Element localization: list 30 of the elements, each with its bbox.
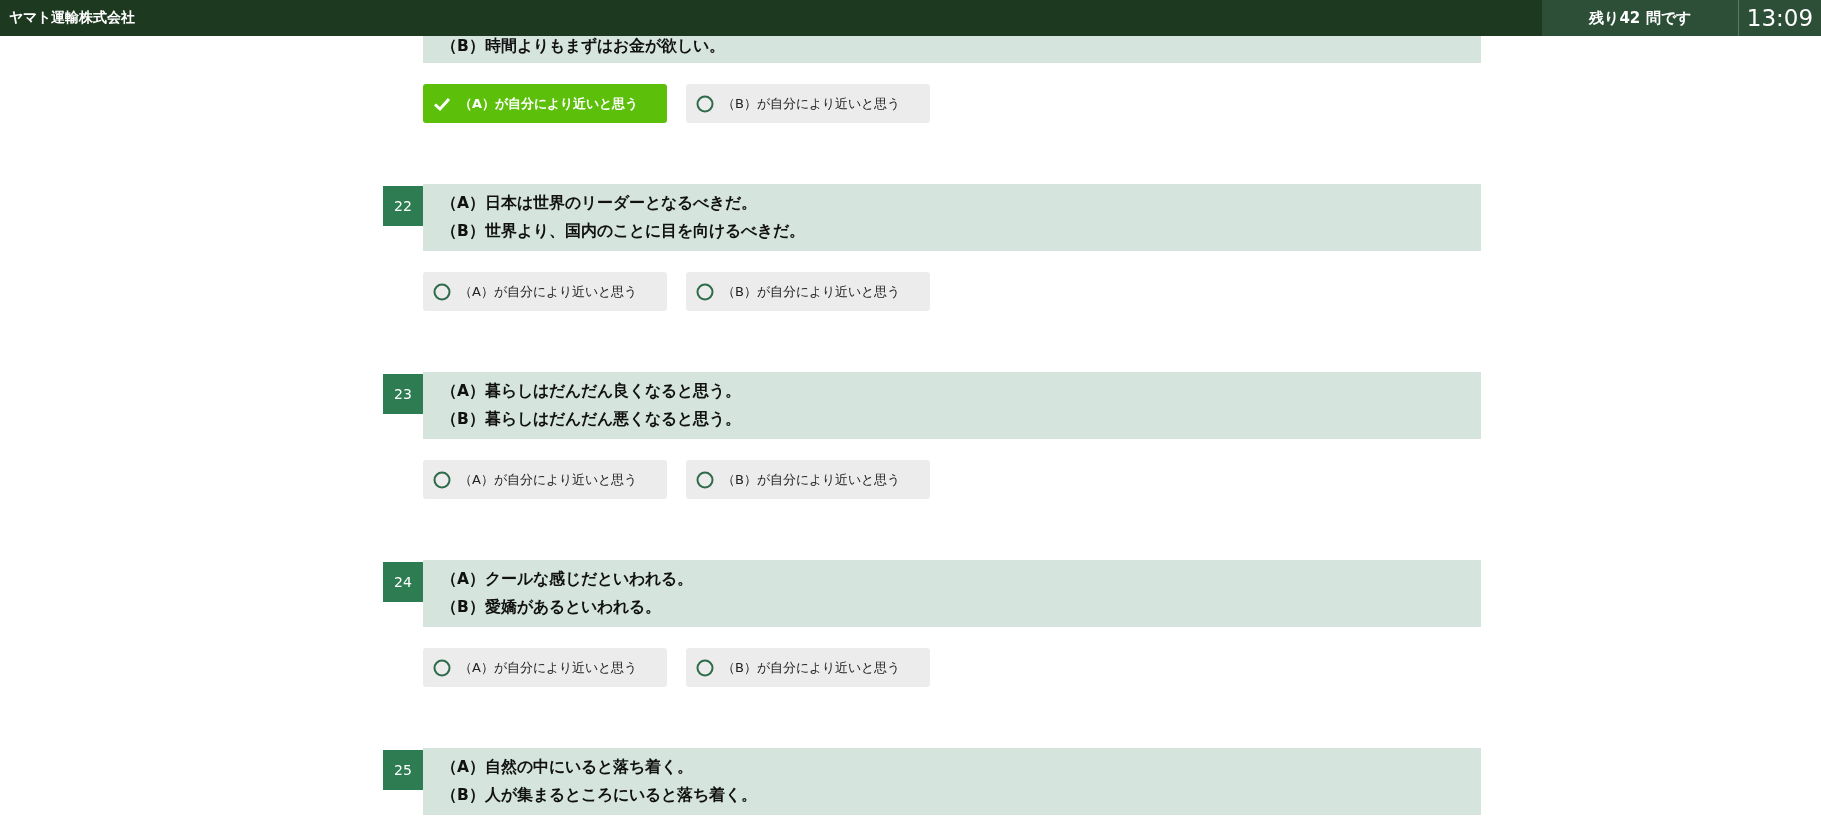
radio-circle-icon: [696, 658, 714, 677]
answer-option[interactable]: （B）が自分により近いと思う: [686, 84, 930, 123]
statement-text: （B）愛嬌があるといわれる。: [441, 596, 662, 618]
answer-option[interactable]: （B）が自分により近いと思う: [686, 648, 930, 687]
statement-text: （B）暮らしはだんだん悪くなると思う。: [441, 408, 742, 430]
radio-circle-icon: [433, 470, 451, 489]
statement-text: （B）人が集まるところにいると落ち着く。: [441, 784, 758, 806]
answer-option[interactable]: （B）が自分により近いと思う: [686, 272, 930, 311]
question-number: 23: [383, 374, 423, 414]
statement-text: （A）クールな感じだといわれる。: [441, 569, 694, 590]
statement-text: （A）暮らしはだんだん良くなると思う。: [441, 381, 742, 402]
statement-text: （A）日本は世界のリーダーとなるべきだ。: [441, 193, 758, 214]
statement-text: （A）自然の中にいると落ち着く。: [441, 757, 694, 778]
statement-text: （B）時間よりもまずはお金が欲しい。: [441, 36, 726, 57]
question-number: 22: [383, 186, 423, 226]
answer-option[interactable]: （A）が自分により近いと思う: [423, 272, 667, 311]
question-number: 24: [383, 562, 423, 602]
answer-option[interactable]: （B）が自分により近いと思う: [686, 460, 930, 499]
radio-circle-icon: [433, 658, 451, 677]
radio-circle-icon: [696, 94, 714, 113]
statement-text: （B）世界より、国内のことに目を向けるべきだ。: [441, 220, 806, 242]
timer: 13:09: [1739, 0, 1821, 36]
question-number: 25: [383, 750, 423, 790]
answer-option[interactable]: （A）が自分により近いと思う: [423, 460, 667, 499]
radio-circle-icon: [433, 282, 451, 301]
remaining-count: 残り42 問です: [1542, 0, 1739, 36]
radio-circle-icon: [696, 282, 714, 301]
radio-circle-icon: [696, 470, 714, 489]
answer-option[interactable]: （A）が自分により近いと思う: [423, 648, 667, 687]
company-name: ヤマト運輸株式会社: [8, 9, 136, 27]
